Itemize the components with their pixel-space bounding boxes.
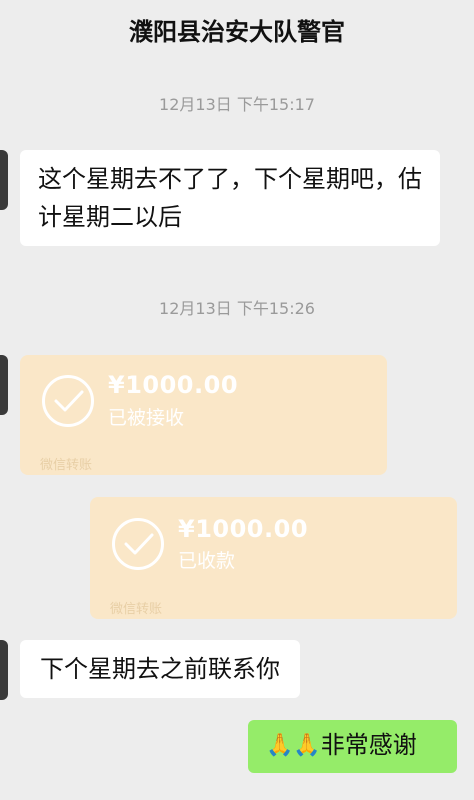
timestamp: 12月13日 下午15:26 — [159, 299, 315, 318]
contact-name-title[interactable]: 濮阳县治安大队警官 — [0, 12, 474, 47]
chat-header: 濮阳县治安大队警官 — [0, 0, 474, 58]
transfer-status: 已收款 — [178, 550, 236, 572]
pray-hands-emoji: 🙏🙏 — [266, 733, 321, 758]
avatar[interactable] — [0, 150, 8, 210]
message-bubble-incoming[interactable]: 这个星期去不了了，下个星期吧，估计星期二以后 — [20, 150, 440, 246]
avatar[interactable] — [0, 355, 8, 415]
check-circle-icon — [112, 518, 164, 570]
avatar[interactable] — [0, 640, 8, 700]
transfer-label: 微信转账 — [110, 602, 163, 617]
transfer-amount: ¥1000.00 — [108, 371, 239, 399]
transfer-card-outgoing[interactable]: ¥1000.00 已收款 微信转账 — [90, 497, 457, 619]
message-bubble-incoming[interactable]: 下个星期去之前联系你 — [20, 640, 300, 698]
message-text: 非常感谢 — [320, 731, 417, 759]
transfer-card-incoming[interactable]: ¥1000.00 已被接收 微信转账 — [20, 355, 387, 475]
transfer-label: 微信转账 — [40, 458, 93, 473]
transfer-amount: ¥1000.00 — [178, 515, 309, 543]
transfer-status: 已被接收 — [108, 407, 185, 429]
timestamp: 12月13日 下午15:17 — [159, 95, 315, 114]
message-bubble-outgoing[interactable]: 🙏🙏非常感谢 — [248, 720, 457, 773]
check-circle-icon — [42, 375, 94, 427]
